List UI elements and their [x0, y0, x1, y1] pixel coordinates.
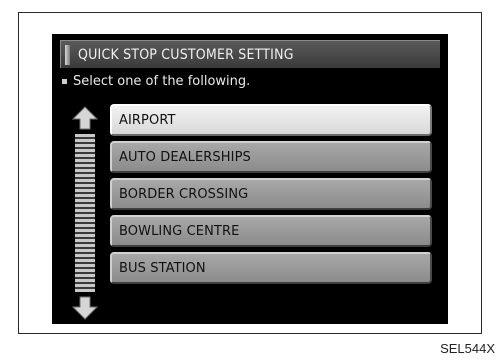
figure-code: SEL544X	[440, 341, 495, 356]
list-item-border-crossing[interactable]: BORDER CROSSING	[110, 178, 432, 210]
bullet-icon	[62, 79, 67, 84]
scrollbar[interactable]	[70, 106, 100, 320]
instruction-text: Select one of the following.	[73, 74, 251, 89]
instruction: Select one of the following.	[62, 74, 250, 89]
list-item-auto-dealerships[interactable]: AUTO DEALERSHIPS	[110, 141, 432, 173]
arrow-down-icon[interactable]	[72, 296, 98, 320]
scroll-track[interactable]	[75, 134, 95, 292]
option-list: AIRPORT AUTO DEALERSHIPS BORDER CROSSING…	[110, 104, 432, 289]
list-item-bowling-centre[interactable]: BOWLING CENTRE	[110, 215, 432, 247]
title-accent	[65, 44, 70, 65]
title-bar: QUICK STOP CUSTOMER SETTING	[60, 40, 440, 68]
list-item-bus-station[interactable]: BUS STATION	[110, 252, 432, 284]
page-title: QUICK STOP CUSTOMER SETTING	[78, 46, 294, 63]
arrow-up-icon[interactable]	[72, 106, 98, 130]
list-item-airport[interactable]: AIRPORT	[110, 104, 432, 136]
display-screen: QUICK STOP CUSTOMER SETTING Select one o…	[52, 34, 448, 324]
